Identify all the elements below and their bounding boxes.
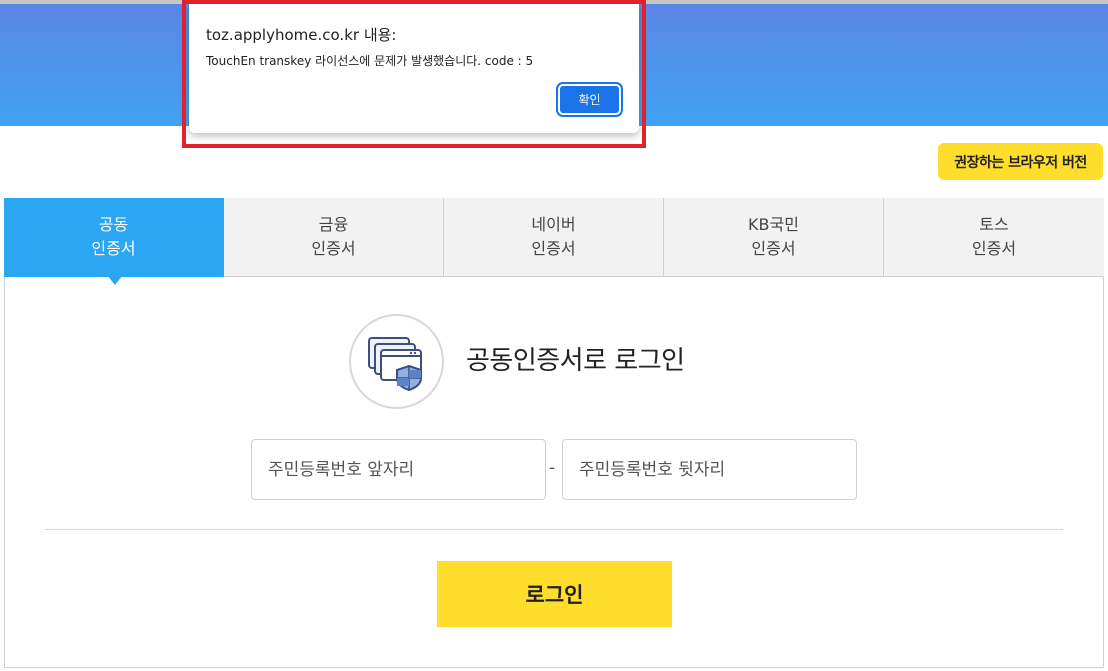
tab-financial-certificate[interactable]: 금융 인증서 xyxy=(224,198,444,277)
tab-label-line1: KB국민 xyxy=(748,215,799,234)
tab-label-line2: 인증서 xyxy=(91,239,136,258)
tab-label-line2: 인증서 xyxy=(311,239,356,258)
recommended-browser-button[interactable]: 권장하는 브라우저 버전 xyxy=(938,143,1103,180)
rrn-front-input[interactable] xyxy=(251,439,546,500)
login-button[interactable]: 로그인 xyxy=(437,561,672,627)
certificate-shield-icon xyxy=(349,314,444,409)
tab-naver-certificate[interactable]: 네이버 인증서 xyxy=(444,198,664,277)
tab-toss-certificate[interactable]: 토스 인증서 xyxy=(884,198,1104,277)
rrn-separator: - xyxy=(549,458,556,478)
tab-label-line1: 공동 xyxy=(98,215,129,234)
divider xyxy=(45,529,1063,530)
login-title: 공동인증서로 로그인 xyxy=(466,346,685,376)
tab-label-line2: 인증서 xyxy=(751,239,796,258)
red-highlight-box xyxy=(182,0,646,148)
rrn-back-input[interactable] xyxy=(562,439,857,500)
tab-label-line1: 네이버 xyxy=(531,215,576,234)
tab-kb-certificate[interactable]: KB국민 인증서 xyxy=(664,198,884,277)
tab-label-line1: 토스 xyxy=(979,215,1009,234)
tab-label-line2: 인증서 xyxy=(971,239,1017,258)
cert-type-tabs: 공동 인증서 금융 인증서 네이버 인증서 KB국민 인증서 토스 인증서 xyxy=(4,198,1104,285)
tab-label-line2: 인증서 xyxy=(531,239,576,258)
tab-label-line1: 금융 xyxy=(318,215,349,234)
tab-joint-certificate[interactable]: 공동 인증서 xyxy=(4,198,224,285)
